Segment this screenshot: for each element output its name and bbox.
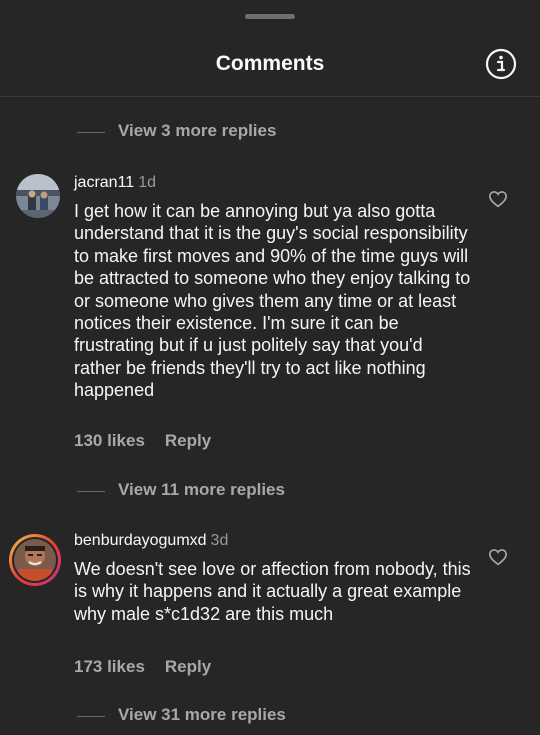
comments-sheet: Comments View 3 more replies jacran11 1d… <box>0 0 540 735</box>
view-more-replies-label: View 3 more replies <box>118 121 277 140</box>
comment-meta: 130 likes Reply <box>74 431 211 451</box>
comment-text: I get how it can be annoying but ya also… <box>74 201 471 401</box>
likes-count[interactable]: 173 likes <box>74 657 145 676</box>
heart-icon[interactable] <box>488 190 508 208</box>
replies-line <box>77 491 105 492</box>
view-more-replies-label: View 31 more replies <box>118 705 286 724</box>
comment-time: 3d <box>210 532 229 549</box>
reply-button[interactable]: Reply <box>165 657 211 676</box>
comment-text: We doesn't see love or affection from no… <box>74 559 471 624</box>
username-text[interactable]: benburdayogumxd <box>74 532 207 549</box>
comment-username[interactable]: jacran11 1d <box>74 174 156 192</box>
avatar-story-ring[interactable] <box>9 534 61 586</box>
view-more-replies-link[interactable]: View 11 more replies <box>77 480 307 502</box>
username-text[interactable]: jacran11 <box>74 174 134 191</box>
comment-item: benburdayogumxd 3d We doesn't see love or… <box>0 528 540 688</box>
view-more-replies-link[interactable]: View 3 more replies <box>77 121 307 143</box>
comment-meta: 173 likes Reply <box>74 657 211 677</box>
view-more-replies-link[interactable]: View 31 more replies <box>77 705 307 727</box>
avatar[interactable] <box>16 174 60 218</box>
page-title: Comments <box>215 52 325 75</box>
header-divider <box>0 96 540 97</box>
info-icon[interactable] <box>485 48 517 80</box>
heart-icon[interactable] <box>488 548 508 566</box>
comment-username[interactable]: benburdayogumxd 3d <box>74 532 228 550</box>
replies-line <box>77 132 105 133</box>
comment-item: jacran11 1d I get how it can be annoying … <box>0 170 540 470</box>
view-more-replies-label: View 11 more replies <box>118 480 285 499</box>
replies-line <box>77 716 105 717</box>
likes-count[interactable]: 130 likes <box>74 431 145 450</box>
reply-button[interactable]: Reply <box>165 431 211 450</box>
comment-time: 1d <box>138 174 156 191</box>
header: Comments <box>0 40 540 90</box>
drag-handle[interactable] <box>245 14 295 19</box>
